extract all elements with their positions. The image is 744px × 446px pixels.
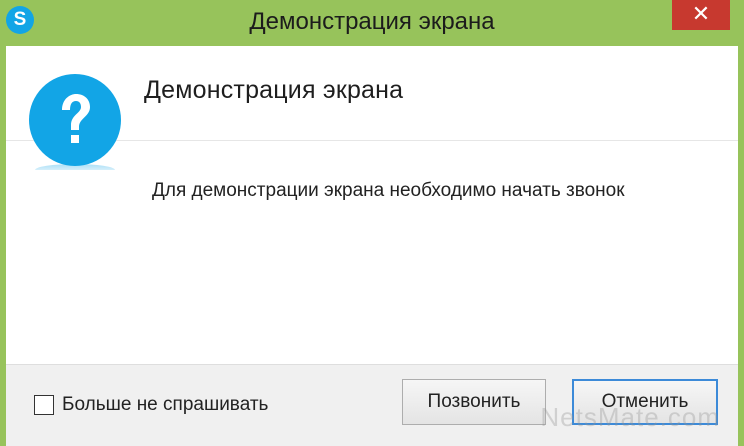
dialog-footer: Больше не спрашивать Позвонить Отменить … (6, 364, 738, 446)
question-icon (29, 74, 121, 170)
window-title: Демонстрация экрана (249, 8, 495, 35)
dont-ask-again-option[interactable]: Больше не спрашивать (34, 391, 268, 419)
dialog-window: S Демонстрация экрана ✕ Демонстрация экр… (0, 0, 744, 446)
close-button[interactable]: ✕ (672, 0, 730, 30)
dont-ask-again-label[interactable]: Больше не спрашивать (62, 394, 268, 416)
watermark: NetsMate.com (540, 402, 720, 432)
title-bar[interactable]: S Демонстрация экрана ✕ (0, 0, 744, 46)
dialog-body: Демонстрация экрана Для демонстрации экр… (6, 46, 738, 446)
call-button[interactable]: Позвонить (402, 379, 546, 425)
close-icon: ✕ (691, 1, 711, 26)
dialog-message: Для демонстрации экрана необходимо начат… (152, 180, 625, 201)
dont-ask-again-checkbox[interactable] (34, 395, 54, 415)
dialog-heading: Демонстрация экрана (144, 76, 404, 104)
